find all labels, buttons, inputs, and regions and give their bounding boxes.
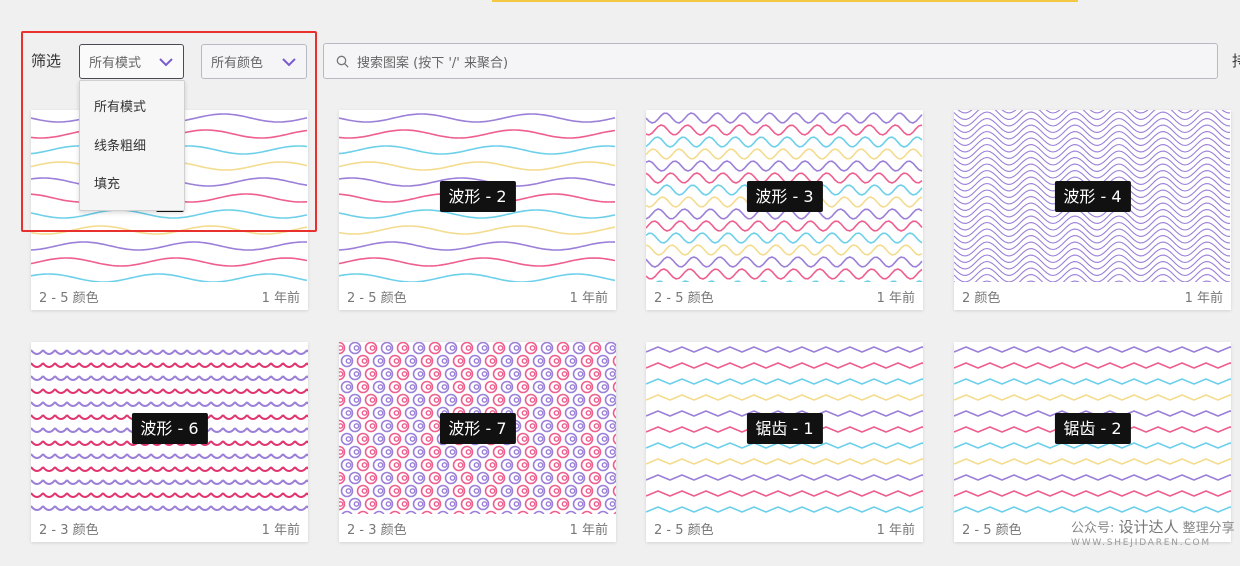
card-meta: 2 - 5 颜色 1 年前 (339, 282, 616, 310)
search-icon (336, 55, 349, 68)
mode-select[interactable]: 所有模式 (79, 44, 184, 79)
menu-item-stroke-weight[interactable]: 线条粗细 (80, 128, 184, 167)
pattern-card[interactable]: 波形 - 4 2 颜色 1 年前 (954, 110, 1231, 310)
created-time: 1 年前 (876, 522, 915, 538)
watermark-prefix: 公众号: (1071, 521, 1119, 536)
pattern-title: 波形 - 7 (439, 413, 516, 444)
card-meta: 2 颜色 1 年前 (954, 282, 1231, 310)
color-count: 2 - 3 颜色 (39, 522, 99, 538)
card-meta: 2 - 3 颜色 1 年前 (339, 514, 616, 542)
pattern-card[interactable]: 波形 - 6 2 - 3 颜色 1 年前 (31, 342, 308, 542)
pattern-title: 锯齿 - 2 (1054, 413, 1131, 444)
color-count: 2 - 5 颜色 (39, 290, 99, 306)
color-count: 2 - 5 颜色 (962, 522, 1022, 538)
created-time: 1 年前 (1184, 290, 1223, 306)
menu-item-fill[interactable]: 填充 (80, 166, 184, 205)
color-select[interactable]: 所有颜色 (201, 44, 307, 79)
chevron-down-icon (282, 58, 296, 67)
pattern-title: 波形 - 3 (746, 181, 823, 212)
color-count: 2 颜色 (962, 290, 1001, 306)
pattern-title: 锯齿 - 1 (746, 413, 823, 444)
watermark: 公众号: 设计达人 整理分享 WWW.SHEJIDAREN.COM (1071, 516, 1235, 548)
cut-off-text: 持 (1232, 52, 1240, 70)
pattern-card[interactable]: 锯齿 - 2 2 - 5 颜色 (954, 342, 1231, 542)
card-meta: 2 - 5 颜色 1 年前 (31, 282, 308, 310)
card-meta: 2 - 5 颜色 1 年前 (646, 282, 923, 310)
chevron-down-icon (159, 58, 173, 67)
top-accent-bar (492, 0, 1078, 2)
watermark-url: WWW.SHEJIDAREN.COM (1071, 538, 1211, 548)
pattern-title: 波形 - 4 (1054, 181, 1131, 212)
color-count: 2 - 5 颜色 (654, 290, 714, 306)
card-meta: 2 - 5 颜色 1 年前 (646, 514, 923, 542)
color-count: 2 - 5 颜色 (654, 522, 714, 538)
pattern-title: 波形 - 2 (439, 181, 516, 212)
watermark-brand: 设计达人 (1118, 518, 1179, 536)
pattern-card[interactable]: 波形 - 3 2 - 5 颜色 1 年前 (646, 110, 923, 310)
created-time: 1 年前 (261, 522, 300, 538)
created-time: 1 年前 (569, 290, 608, 306)
card-meta: 2 - 3 颜色 1 年前 (31, 514, 308, 542)
pattern-card[interactable]: 波形 - 2 2 - 5 颜色 1 年前 (339, 110, 616, 310)
pattern-card[interactable]: 波形 - 7 2 - 3 颜色 1 年前 (339, 342, 616, 542)
created-time: 1 年前 (876, 290, 915, 306)
mode-select-value: 所有模式 (89, 56, 142, 71)
pattern-card[interactable]: 锯齿 - 1 2 - 5 颜色 1 年前 (646, 342, 923, 542)
search-placeholder: 搜索图案 (按下 '/' 来聚合) (357, 55, 509, 71)
filter-label: 筛选 (31, 52, 62, 70)
color-count: 2 - 3 颜色 (347, 522, 407, 538)
mode-dropdown-menu: 所有模式 线条粗细 填充 (79, 80, 185, 211)
menu-item-all-modes[interactable]: 所有模式 (80, 89, 184, 128)
created-time: 1 年前 (569, 522, 608, 538)
pattern-title: 波形 - 6 (131, 413, 208, 444)
search-input[interactable]: 搜索图案 (按下 '/' 来聚合) (323, 43, 1218, 79)
color-select-value: 所有颜色 (211, 56, 264, 71)
created-time: 1 年前 (261, 290, 300, 306)
color-count: 2 - 5 颜色 (347, 290, 407, 306)
watermark-suffix: 整理分享 (1178, 521, 1235, 536)
